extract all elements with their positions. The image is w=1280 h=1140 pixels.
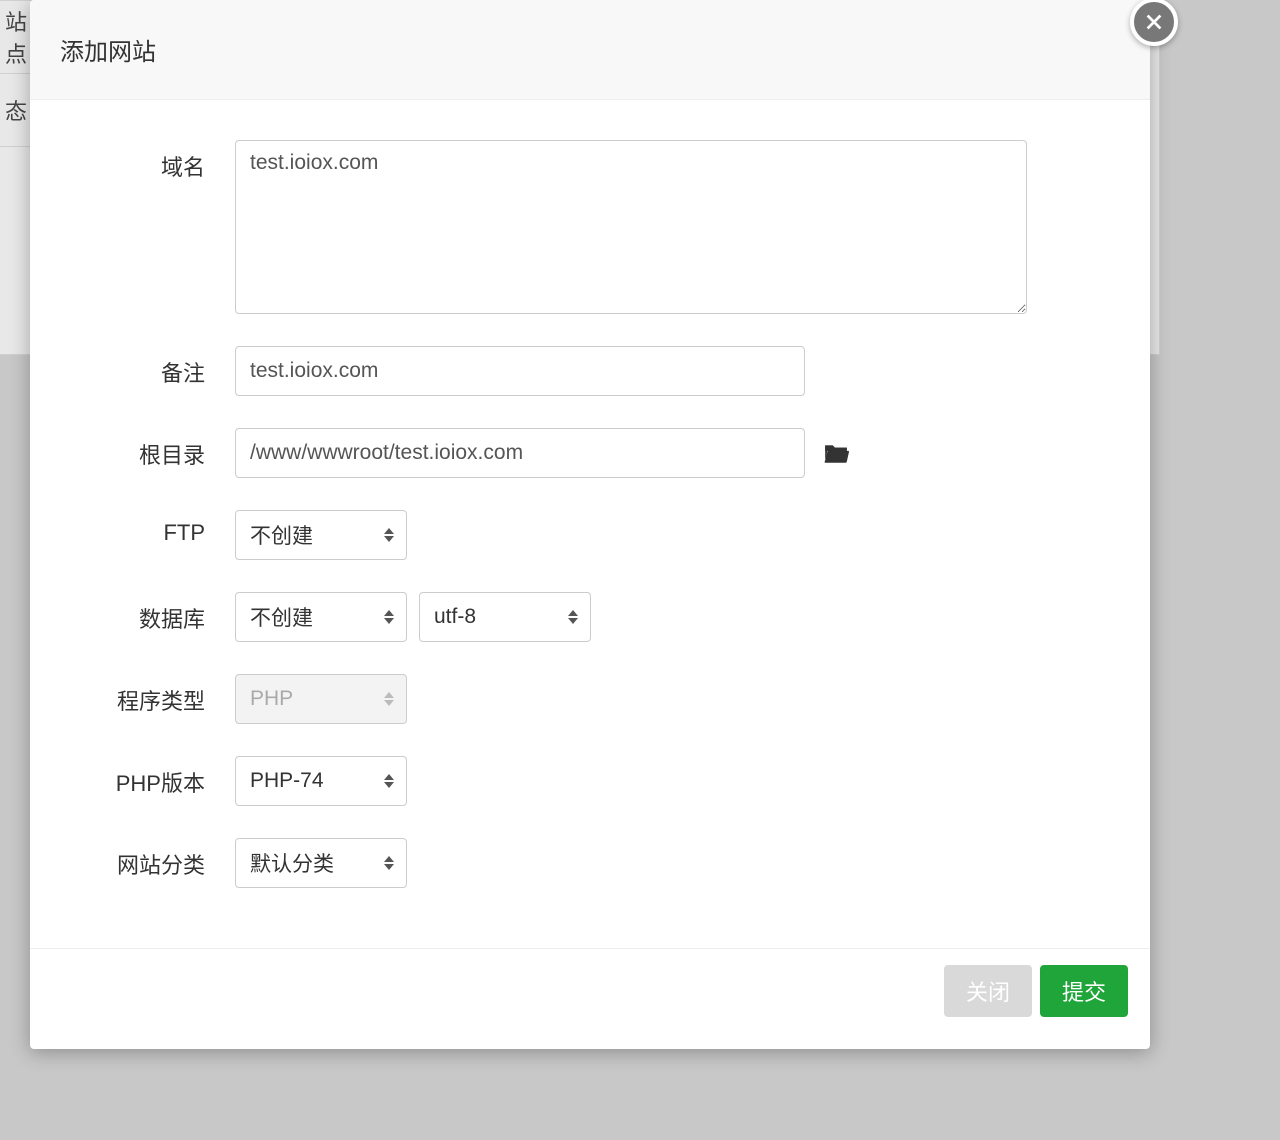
ftp-select-value: 不创建	[250, 520, 313, 550]
root-dir-input[interactable]	[235, 428, 805, 478]
database-select-value: 不创建	[250, 602, 313, 632]
row-program-type: 程序类型 PHP	[90, 674, 1090, 724]
php-version-select-value: PHP-74	[250, 769, 324, 793]
charset-select-value: utf-8	[434, 605, 476, 629]
domain-textarea[interactable]	[235, 140, 1027, 314]
modal-title: 添加网站	[60, 32, 156, 67]
label-php-version: PHP版本	[90, 756, 235, 798]
add-site-modal: 添加网站 域名 备注 根目录 FTP	[30, 0, 1150, 1049]
row-root-dir: 根目录	[90, 428, 1090, 478]
label-ftp: FTP	[90, 510, 235, 546]
bg-sidebar-label: 态	[5, 94, 27, 126]
remark-input[interactable]	[235, 346, 805, 396]
row-database: 数据库 不创建 utf-8	[90, 592, 1090, 642]
chevron-updown-icon	[384, 774, 394, 788]
label-remark: 备注	[90, 346, 235, 388]
chevron-updown-icon	[568, 610, 578, 624]
site-category-select-value: 默认分类	[250, 848, 334, 878]
label-root-dir: 根目录	[90, 428, 235, 470]
program-type-select-value: PHP	[250, 687, 293, 711]
database-select[interactable]: 不创建	[235, 592, 407, 642]
chevron-updown-icon	[384, 610, 394, 624]
close-button[interactable]	[1130, 0, 1178, 46]
row-php-version: PHP版本 PHP-74	[90, 756, 1090, 806]
php-version-select[interactable]: PHP-74	[235, 756, 407, 806]
chevron-updown-icon	[384, 528, 394, 542]
charset-select[interactable]: utf-8	[419, 592, 591, 642]
close-icon	[1143, 11, 1165, 33]
modal-footer: 关闭 提交	[30, 948, 1150, 1049]
folder-open-icon[interactable]	[823, 442, 849, 464]
submit-button[interactable]: 提交	[1040, 965, 1128, 1017]
label-database: 数据库	[90, 592, 235, 634]
label-domain: 域名	[90, 140, 235, 182]
modal-header: 添加网站	[30, 0, 1150, 100]
site-category-select[interactable]: 默认分类	[235, 838, 407, 888]
row-remark: 备注	[90, 346, 1090, 396]
chevron-updown-icon	[384, 692, 394, 706]
chevron-updown-icon	[384, 856, 394, 870]
label-site-category: 网站分类	[90, 838, 235, 880]
close-footer-button[interactable]: 关闭	[944, 965, 1032, 1017]
program-type-select: PHP	[235, 674, 407, 724]
ftp-select[interactable]: 不创建	[235, 510, 407, 560]
row-ftp: FTP 不创建	[90, 510, 1090, 560]
label-program-type: 程序类型	[90, 674, 235, 716]
row-site-category: 网站分类 默认分类	[90, 838, 1090, 888]
row-domain: 域名	[90, 140, 1090, 314]
modal-body: 域名 备注 根目录 FTP 不创建	[30, 100, 1150, 948]
